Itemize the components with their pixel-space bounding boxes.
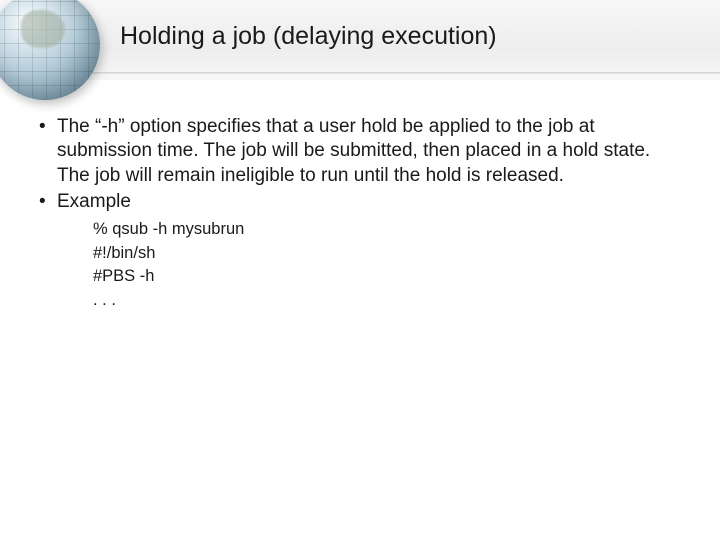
slide-body: The “-h” option specifies that a user ho… <box>35 115 680 312</box>
code-line: #!/bin/sh <box>93 242 680 265</box>
code-line: % qsub -h mysubrun <box>93 218 680 241</box>
bullet-item: Example <box>35 190 680 214</box>
slide-title: Holding a job (delaying execution) <box>120 22 497 51</box>
header-divider <box>0 72 720 74</box>
code-line: . . . <box>93 289 680 312</box>
globe-icon <box>0 0 100 100</box>
code-example: % qsub -h mysubrun #!/bin/sh #PBS -h . .… <box>93 218 680 312</box>
bullet-item: The “-h” option specifies that a user ho… <box>35 115 680 188</box>
code-line: #PBS -h <box>93 265 680 288</box>
bullet-list: The “-h” option specifies that a user ho… <box>35 115 680 214</box>
bullet-text: The “-h” option specifies that a user ho… <box>57 116 650 186</box>
bullet-text: Example <box>57 191 131 212</box>
